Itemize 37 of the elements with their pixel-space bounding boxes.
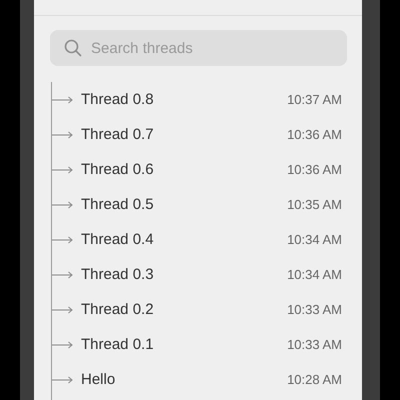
thread-time: 10:36 AM — [287, 127, 342, 142]
thread-time: 10:37 AM — [287, 92, 342, 107]
arrow-icon — [51, 376, 73, 384]
thread-title: Thread 0.3 — [81, 266, 154, 283]
arrow-icon — [51, 166, 73, 174]
arrow-icon — [51, 306, 73, 314]
arrow-icon — [51, 96, 73, 104]
thread-title: Thread 0.1 — [81, 336, 154, 353]
thread-item[interactable]: Thread 0.7 10:36 AM — [81, 126, 362, 143]
arrow-icon — [51, 200, 73, 208]
thread-time: 10:33 AM — [287, 337, 342, 352]
thread-item[interactable]: Thread 0.6 10:36 AM — [81, 161, 362, 178]
thread-title: Thread 0.2 — [81, 301, 154, 318]
thread-item[interactable]: Thread 0.5 10:35 AM — [81, 196, 362, 213]
thread-title: Hello — [81, 371, 116, 388]
thread-title: Thread 0.7 — [81, 126, 154, 143]
arrow-icon — [51, 236, 73, 244]
thread-time: 10:36 AM — [287, 162, 342, 177]
thread-item[interactable]: Thread 0.3 10:34 AM — [81, 266, 362, 283]
thread-item[interactable]: Thread 0.4 10:34 AM — [81, 231, 362, 248]
thread-time: 10:33 AM — [287, 302, 342, 317]
thread-title: Thread 0.5 — [81, 196, 154, 213]
search-field[interactable]: Search threads — [50, 30, 347, 66]
thread-time: 10:35 AM — [287, 197, 342, 212]
thread-item[interactable]: Thread 0.1 10:33 AM — [81, 336, 362, 353]
arrow-icon — [51, 270, 73, 278]
thread-item[interactable]: Hello 10:28 AM — [81, 371, 362, 388]
thread-title: Thread 0.8 — [81, 91, 154, 108]
thread-title: Thread 0.6 — [81, 161, 154, 178]
thread-time: 10:34 AM — [287, 232, 342, 247]
arrow-icon — [51, 130, 73, 138]
thread-item[interactable]: Thread 0.2 10:33 AM — [81, 301, 362, 318]
thread-time: 10:34 AM — [287, 267, 342, 282]
thread-time: 10:28 AM — [287, 372, 342, 387]
arrow-icon — [51, 340, 73, 348]
thread-item[interactable]: Thread 0.8 10:37 AM — [81, 91, 362, 108]
thread-title: Thread 0.4 — [81, 231, 154, 248]
